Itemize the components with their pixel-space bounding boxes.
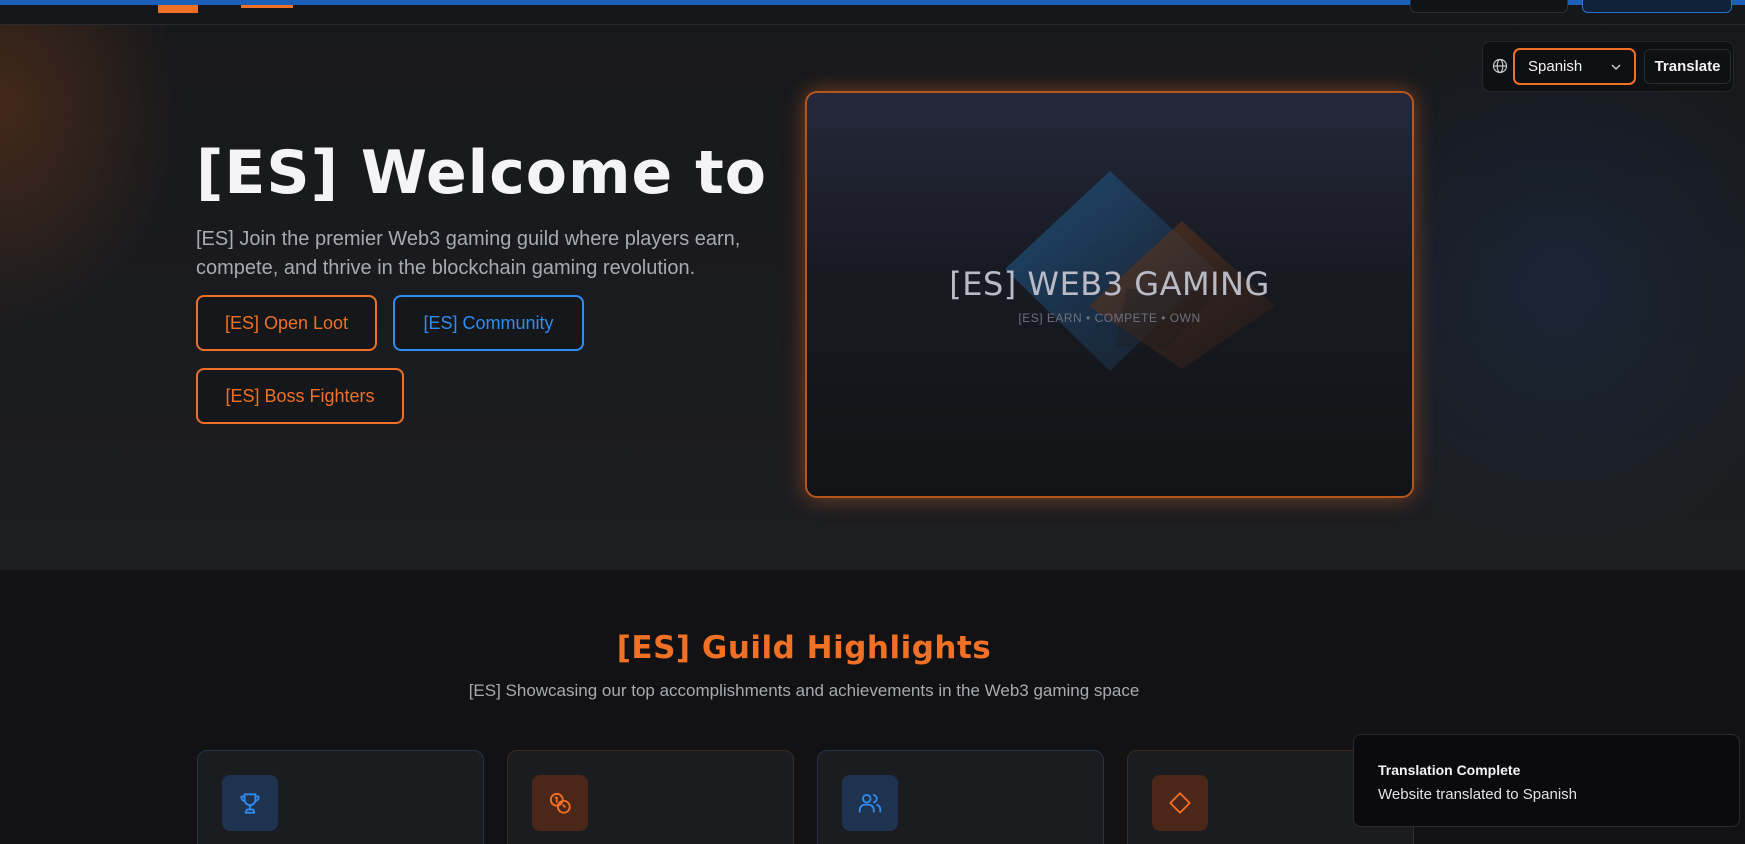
top-nav-bar	[0, 0, 1745, 25]
highlight-icon-box	[532, 775, 588, 831]
hero-subtitle: [ES] Join the premier Web3 gaming guild …	[196, 228, 741, 279]
section-subtitle: [ES] Showcasing our top accomplishments …	[468, 681, 1140, 700]
globe-icon	[1492, 58, 1508, 79]
community-button[interactable]: [ES] Community	[393, 295, 584, 351]
coins-icon	[549, 792, 571, 814]
trophy-icon	[240, 793, 260, 814]
highlight-icon-box	[222, 775, 278, 831]
section-title: [ES] Guild Highlights	[616, 630, 992, 666]
showcase-title: [ES] WEB3 GAMING	[949, 265, 1270, 303]
nav-active-indicator	[158, 5, 198, 13]
translate-button[interactable]: Translate	[1644, 49, 1731, 84]
users-icon	[858, 793, 882, 813]
highlight-card[interactable]	[507, 750, 794, 844]
nav-secondary-button[interactable]	[1410, 0, 1568, 13]
toast-title: Translation Complete	[1378, 762, 1521, 778]
diamond-icon	[1169, 792, 1191, 814]
nav-underline-indicator	[241, 5, 293, 8]
translate-widget: Spanish Translate	[1482, 41, 1734, 92]
chevron-down-icon	[1611, 64, 1621, 71]
open-loot-button[interactable]: [ES] Open Loot	[196, 295, 377, 351]
boss-fighters-button[interactable]: [ES] Boss Fighters	[196, 368, 404, 424]
language-select[interactable]: Spanish	[1513, 48, 1636, 85]
language-select-value: Spanish	[1528, 58, 1583, 75]
highlight-card[interactable]	[817, 750, 1104, 844]
nav-primary-button[interactable]	[1582, 0, 1732, 13]
hero-section: [ES] Welcome to [ES] Join the premier We…	[0, 25, 1745, 570]
toast-notification[interactable]: Translation Complete Website translated …	[1353, 734, 1740, 827]
hero-showcase-card: [ES] WEB3 GAMING [ES] EARN • COMPETE • O…	[805, 91, 1414, 498]
hero-title: [ES] Welcome to	[196, 138, 768, 208]
showcase-tagline: [ES] EARN • COMPETE • OWN	[1018, 311, 1201, 325]
highlight-icon-box	[842, 775, 898, 831]
highlight-icon-box	[1152, 775, 1208, 831]
highlight-card[interactable]	[197, 750, 484, 844]
toast-description: Website translated to Spanish	[1378, 786, 1578, 803]
